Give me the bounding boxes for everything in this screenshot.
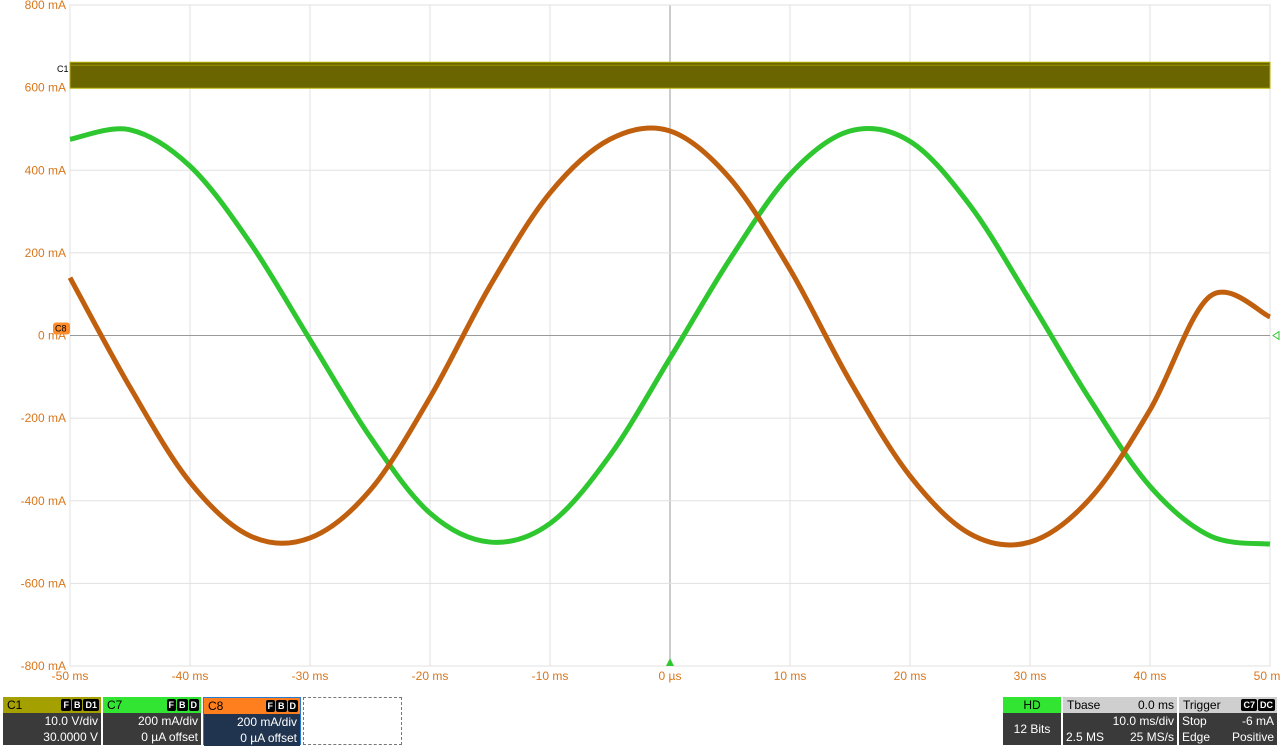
channel-c1-badges: F B D1: [61, 699, 99, 711]
badge-d1: D1: [83, 699, 99, 711]
x-tick-label: -20 ms: [412, 669, 449, 683]
trigger-type: Edge: [1182, 730, 1211, 744]
x-tick-label: 40 ms: [1134, 669, 1167, 683]
empty-channel-slot[interactable]: [303, 697, 402, 745]
hd-bits: 12 Bits: [1013, 722, 1051, 736]
timebase-scale: 10.0 ms/div: [1112, 714, 1174, 728]
badge-b: B: [71, 699, 83, 711]
trigger-level-marker: [1272, 330, 1280, 341]
channel-c1-label: C1: [7, 698, 23, 712]
badge-f: F: [265, 700, 275, 712]
trigger-slope: Positive: [1231, 730, 1274, 744]
x-tick-label: 50 ms: [1254, 669, 1280, 683]
x-tick-label: 20 ms: [894, 669, 927, 683]
y-tick-label: 200 mA: [25, 246, 66, 260]
trigger-time-marker: [666, 658, 674, 666]
hd-mode-panel[interactable]: HD 12 Bits: [1003, 697, 1061, 745]
badge-b: B: [276, 700, 287, 712]
timebase-delay: 0.0 ms: [1137, 698, 1174, 712]
channel-c8-label: C8: [208, 699, 224, 713]
badge-dc: DC: [1258, 699, 1275, 711]
scope-display: 800 mA600 mA400 mA200 mA0 mA-200 mA-400 …: [21, 0, 1280, 683]
y-tick-label: 400 mA: [25, 163, 66, 177]
y-tick-label: 800 mA: [25, 0, 66, 12]
timebase-rate: 25 MS/s: [1129, 730, 1174, 744]
x-tick-label: -40 ms: [172, 669, 209, 683]
channel-c7-badges: F B D: [166, 699, 199, 711]
trigger-label: Trigger: [1183, 698, 1221, 712]
trace-c1: [69, 61, 1271, 89]
channel-c7-scale: 200 mA/div: [137, 714, 198, 728]
x-axis-labels: -50 ms -40 ms -30 ms -20 ms -10 ms 0 µs 10 ms 2…: [52, 669, 1280, 683]
badge-f: F: [61, 699, 71, 711]
y-tick-label: -400 mA: [21, 494, 66, 508]
x-tick-label: 10 ms: [774, 669, 807, 683]
badge-d: D: [188, 699, 199, 711]
channel-c7-offset: 0 µA offset: [141, 730, 198, 744]
badge-c7: C7: [1241, 699, 1257, 711]
y-axis-labels: 800 mA600 mA400 mA200 mA0 mA-200 mA-400 …: [21, 0, 66, 673]
y-tick-label: -200 mA: [21, 411, 66, 425]
timebase-samples: 2.5 MS: [1066, 730, 1105, 744]
trigger-level: -6 mA: [1241, 714, 1274, 728]
channel-c8-offset: 0 µA offset: [240, 731, 297, 745]
trigger-panel[interactable]: Trigger C7 DC Stop -6 mA Edge Positive: [1179, 697, 1277, 745]
channel-c1-scale: 10.0 V/div: [44, 714, 98, 728]
x-tick-label: 0 µs: [659, 669, 682, 683]
timebase-panel[interactable]: Tbase 0.0 ms 10.0 ms/div 2.5 MS 25 MS/s: [1063, 697, 1177, 745]
badge-b: B: [177, 699, 188, 711]
badge-d: D: [287, 700, 298, 712]
y-tick-label: 600 mA: [25, 81, 66, 95]
channel-c7-panel[interactable]: C7 F B D 200 mA/div 0 µA offset: [103, 697, 201, 745]
trigger-mode: Stop: [1182, 714, 1207, 728]
c8-marker: C8: [55, 324, 67, 334]
c1-marker: C1: [57, 64, 69, 74]
channel-c8-panel[interactable]: C8 F B D 200 mA/div 0 µA offset: [203, 697, 301, 746]
x-tick-label: -50 ms: [52, 669, 89, 683]
channel-c8-scale: 200 mA/div: [236, 715, 297, 729]
y-tick-label: -600 mA: [21, 576, 66, 590]
channel-c1-offset: 30.0000 V: [43, 730, 98, 744]
grid: [69, 4, 1271, 667]
x-tick-label: 30 ms: [1014, 669, 1047, 683]
badge-f: F: [166, 699, 176, 711]
channel-c7-label: C7: [107, 698, 123, 712]
trigger-badges: C7 DC: [1241, 699, 1275, 711]
channel-c1-panel[interactable]: C1 F B D1 10.0 V/div 30.0000 V: [3, 697, 101, 745]
channel-c8-badges: F B D: [265, 700, 298, 712]
timebase-label: Tbase: [1067, 698, 1101, 712]
x-tick-label: -10 ms: [532, 669, 569, 683]
x-tick-label: -30 ms: [292, 669, 329, 683]
hd-label: HD: [1023, 698, 1041, 712]
